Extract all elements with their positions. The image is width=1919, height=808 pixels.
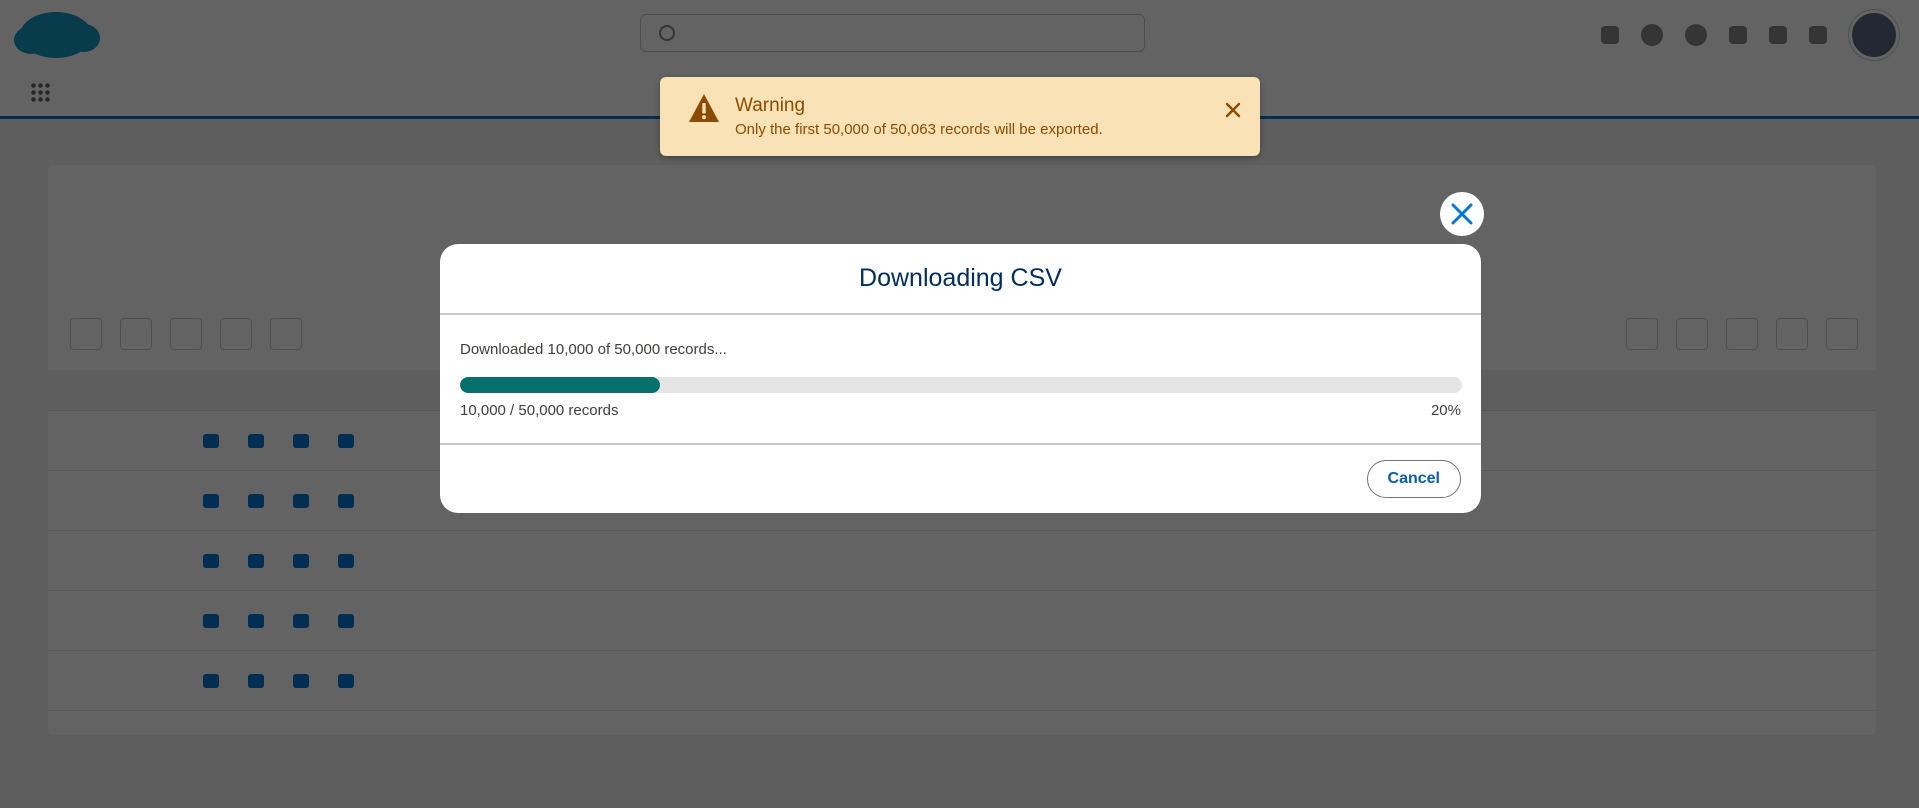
toast-message: Only the first 50,000 of 50,063 records … bbox=[735, 121, 1103, 138]
warning-icon bbox=[689, 94, 719, 122]
progress-bar bbox=[460, 377, 1462, 393]
toast-title: Warning bbox=[735, 95, 806, 116]
modal-title: Downloading CSV bbox=[859, 264, 1062, 292]
progress-count: 10,000 / 50,000 records bbox=[460, 402, 619, 419]
progress-percent: 20% bbox=[1430, 402, 1461, 419]
progress-label: Downloaded 10,000 of 50,000 records... bbox=[460, 341, 727, 358]
progress-fill bbox=[460, 377, 661, 393]
modal-footer: Cancel bbox=[440, 443, 1481, 513]
close-icon bbox=[1451, 203, 1473, 225]
download-modal: Downloading CSV Downloaded 10,000 of 50,… bbox=[440, 244, 1481, 513]
cancel-button[interactable]: Cancel bbox=[1366, 460, 1461, 498]
warning-toast: Warning Only the first 50,000 of 50,063 … bbox=[660, 77, 1260, 156]
modal-close-button[interactable] bbox=[1442, 194, 1482, 234]
modal-header: Downloading CSV bbox=[440, 244, 1481, 315]
close-icon[interactable] bbox=[1220, 97, 1246, 123]
